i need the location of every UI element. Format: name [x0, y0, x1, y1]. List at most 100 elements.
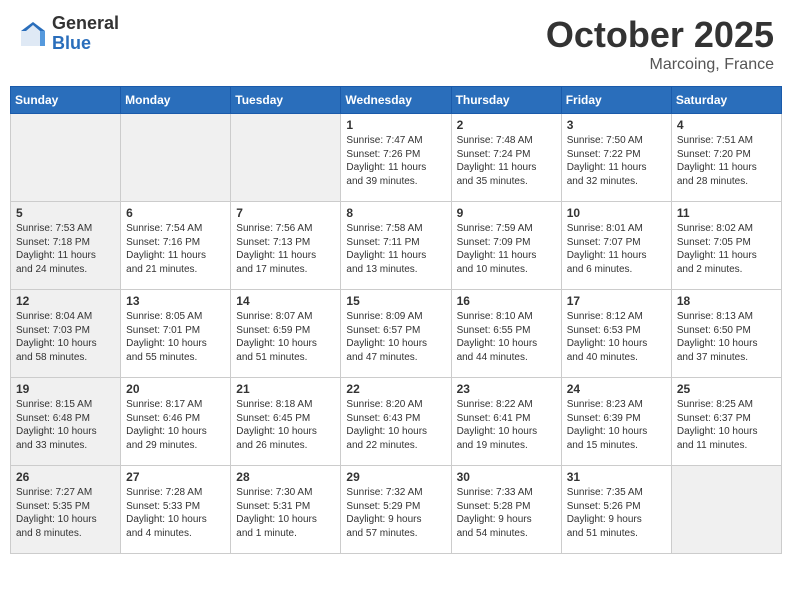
week-row-2: 5Sunrise: 7:53 AM Sunset: 7:18 PM Daylig…	[11, 202, 782, 290]
day-number: 25	[677, 382, 776, 396]
day-number: 5	[16, 206, 115, 220]
cell-info: Sunrise: 8:07 AM Sunset: 6:59 PM Dayligh…	[236, 310, 335, 364]
month-title: October 2025	[546, 14, 774, 56]
calendar-cell: 1Sunrise: 7:47 AM Sunset: 7:26 PM Daylig…	[341, 114, 451, 202]
day-header-saturday: Saturday	[671, 87, 781, 114]
cell-info: Sunrise: 7:30 AM Sunset: 5:31 PM Dayligh…	[236, 486, 335, 540]
calendar-cell: 11 Sunrise: 8:02 AM Sunset: 7:05 PM Dayli…	[671, 202, 781, 290]
logo: General Blue	[18, 14, 119, 54]
day-number: 18	[677, 294, 776, 308]
day-number: 2	[457, 118, 556, 132]
calendar-cell: 6Sunrise: 7:54 AM Sunset: 7:16 PM Daylig…	[121, 202, 231, 290]
cell-info: Sunrise: 8:17 AM Sunset: 6:46 PM Dayligh…	[126, 398, 225, 452]
page-header: General Blue October 2025 Marcoing, Fran…	[10, 10, 782, 78]
day-number: 28	[236, 470, 335, 484]
cell-info: Sunrise: 7:56 AM Sunset: 7:13 PM Dayligh…	[236, 222, 335, 276]
day-number: 9	[457, 206, 556, 220]
calendar-cell: 3Sunrise: 7:50 AM Sunset: 7:22 PM Daylig…	[561, 114, 671, 202]
calendar-cell	[231, 114, 341, 202]
cell-info: Sunrise: 7:33 AM Sunset: 5:28 PM Dayligh…	[457, 486, 556, 540]
calendar-cell: 12 Sunrise: 8:04 AM Sunset: 7:03 PM Dayli…	[11, 290, 121, 378]
calendar-cell: 27Sunrise: 7:28 AM Sunset: 5:33 PM Dayli…	[121, 466, 231, 554]
title-section: October 2025 Marcoing, France	[546, 14, 774, 74]
day-number: 10	[567, 206, 666, 220]
cell-info: Sunrise: 8:04 AM Sunset: 7:03 PM Dayligh…	[16, 310, 115, 364]
calendar-cell: 20 Sunrise: 8:17 AM Sunset: 6:46 PM Dayli…	[121, 378, 231, 466]
cell-info: Sunrise: 8:02 AM Sunset: 7:05 PM Dayligh…	[677, 222, 776, 276]
calendar-cell: 17 Sunrise: 8:12 AM Sunset: 6:53 PM Dayli…	[561, 290, 671, 378]
cell-info: Sunrise: 8:15 AM Sunset: 6:48 PM Dayligh…	[16, 398, 115, 452]
day-number: 19	[16, 382, 115, 396]
cell-info: Sunrise: 7:59 AM Sunset: 7:09 PM Dayligh…	[457, 222, 556, 276]
calendar-cell: 26 Sunrise: 7:27 AM Sunset: 5:35 PM Dayli…	[11, 466, 121, 554]
day-number: 29	[346, 470, 445, 484]
logo-general-text: General	[52, 14, 119, 34]
calendar-cell: 31Sunrise: 7:35 AM Sunset: 5:26 PM Dayli…	[561, 466, 671, 554]
day-number: 17	[567, 294, 666, 308]
day-number: 20	[126, 382, 225, 396]
day-header-wednesday: Wednesday	[341, 87, 451, 114]
calendar-cell: 7 Sunrise: 7:56 AM Sunset: 7:13 PM Daylig…	[231, 202, 341, 290]
day-number: 8	[346, 206, 445, 220]
calendar-cell: 10 Sunrise: 8:01 AM Sunset: 7:07 PM Dayli…	[561, 202, 671, 290]
cell-info: Sunrise: 7:58 AM Sunset: 7:11 PM Dayligh…	[346, 222, 445, 276]
calendar-cell: 23Sunrise: 8:22 AM Sunset: 6:41 PM Dayli…	[451, 378, 561, 466]
cell-info: Sunrise: 8:18 AM Sunset: 6:45 PM Dayligh…	[236, 398, 335, 452]
day-number: 11	[677, 206, 776, 220]
day-number: 22	[346, 382, 445, 396]
calendar-cell: 19 Sunrise: 8:15 AM Sunset: 6:48 PM Dayli…	[11, 378, 121, 466]
cell-info: Sunrise: 7:27 AM Sunset: 5:35 PM Dayligh…	[16, 486, 115, 540]
calendar-cell	[671, 466, 781, 554]
day-number: 13	[126, 294, 225, 308]
logo-text: General Blue	[52, 14, 119, 54]
cell-info: Sunrise: 8:25 AM Sunset: 6:37 PM Dayligh…	[677, 398, 776, 452]
calendar-cell: 2 Sunrise: 7:48 AM Sunset: 7:24 PM Daylig…	[451, 114, 561, 202]
calendar-cell: 29Sunrise: 7:32 AM Sunset: 5:29 PM Dayli…	[341, 466, 451, 554]
cell-info: Sunrise: 8:23 AM Sunset: 6:39 PM Dayligh…	[567, 398, 666, 452]
calendar-cell: 22 Sunrise: 8:20 AM Sunset: 6:43 PM Dayli…	[341, 378, 451, 466]
cell-info: Sunrise: 8:01 AM Sunset: 7:07 PM Dayligh…	[567, 222, 666, 276]
week-row-1: 1Sunrise: 7:47 AM Sunset: 7:26 PM Daylig…	[11, 114, 782, 202]
day-number: 30	[457, 470, 556, 484]
cell-info: Sunrise: 8:13 AM Sunset: 6:50 PM Dayligh…	[677, 310, 776, 364]
day-header-sunday: Sunday	[11, 87, 121, 114]
calendar-cell: 21 Sunrise: 8:18 AM Sunset: 6:45 PM Dayli…	[231, 378, 341, 466]
day-number: 3	[567, 118, 666, 132]
cell-info: Sunrise: 8:20 AM Sunset: 6:43 PM Dayligh…	[346, 398, 445, 452]
day-number: 1	[346, 118, 445, 132]
calendar-cell: 4Sunrise: 7:51 AM Sunset: 7:20 PM Daylig…	[671, 114, 781, 202]
calendar-cell: 8 Sunrise: 7:58 AM Sunset: 7:11 PM Daylig…	[341, 202, 451, 290]
week-row-3: 12 Sunrise: 8:04 AM Sunset: 7:03 PM Dayli…	[11, 290, 782, 378]
cell-info: Sunrise: 7:28 AM Sunset: 5:33 PM Dayligh…	[126, 486, 225, 540]
day-number: 6	[126, 206, 225, 220]
day-header-thursday: Thursday	[451, 87, 561, 114]
day-header-monday: Monday	[121, 87, 231, 114]
cell-info: Sunrise: 7:48 AM Sunset: 7:24 PM Dayligh…	[457, 134, 556, 188]
calendar-table: SundayMondayTuesdayWednesdayThursdayFrid…	[10, 86, 782, 554]
day-number: 21	[236, 382, 335, 396]
day-number: 4	[677, 118, 776, 132]
day-number: 7	[236, 206, 335, 220]
calendar-cell: 15Sunrise: 8:09 AM Sunset: 6:57 PM Dayli…	[341, 290, 451, 378]
day-number: 16	[457, 294, 556, 308]
calendar-cell: 25 Sunrise: 8:25 AM Sunset: 6:37 PM Dayli…	[671, 378, 781, 466]
day-number: 14	[236, 294, 335, 308]
calendar-cell: 28 Sunrise: 7:30 AM Sunset: 5:31 PM Dayli…	[231, 466, 341, 554]
calendar-cell: 24Sunrise: 8:23 AM Sunset: 6:39 PM Dayli…	[561, 378, 671, 466]
cell-info: Sunrise: 8:10 AM Sunset: 6:55 PM Dayligh…	[457, 310, 556, 364]
cell-info: Sunrise: 8:05 AM Sunset: 7:01 PM Dayligh…	[126, 310, 225, 364]
day-number: 15	[346, 294, 445, 308]
calendar-cell	[121, 114, 231, 202]
day-number: 12	[16, 294, 115, 308]
cell-info: Sunrise: 8:12 AM Sunset: 6:53 PM Dayligh…	[567, 310, 666, 364]
week-row-5: 26 Sunrise: 7:27 AM Sunset: 5:35 PM Dayli…	[11, 466, 782, 554]
cell-info: Sunrise: 7:35 AM Sunset: 5:26 PM Dayligh…	[567, 486, 666, 540]
calendar-cell: 9 Sunrise: 7:59 AM Sunset: 7:09 PM Daylig…	[451, 202, 561, 290]
calendar-cell: 14 Sunrise: 8:07 AM Sunset: 6:59 PM Dayli…	[231, 290, 341, 378]
day-number: 26	[16, 470, 115, 484]
calendar-cell: 13 Sunrise: 8:05 AM Sunset: 7:01 PM Dayli…	[121, 290, 231, 378]
header-row: SundayMondayTuesdayWednesdayThursdayFrid…	[11, 87, 782, 114]
logo-blue-text: Blue	[52, 34, 119, 54]
calendar-cell: 18 Sunrise: 8:13 AM Sunset: 6:50 PM Dayli…	[671, 290, 781, 378]
location: Marcoing, France	[546, 56, 774, 74]
